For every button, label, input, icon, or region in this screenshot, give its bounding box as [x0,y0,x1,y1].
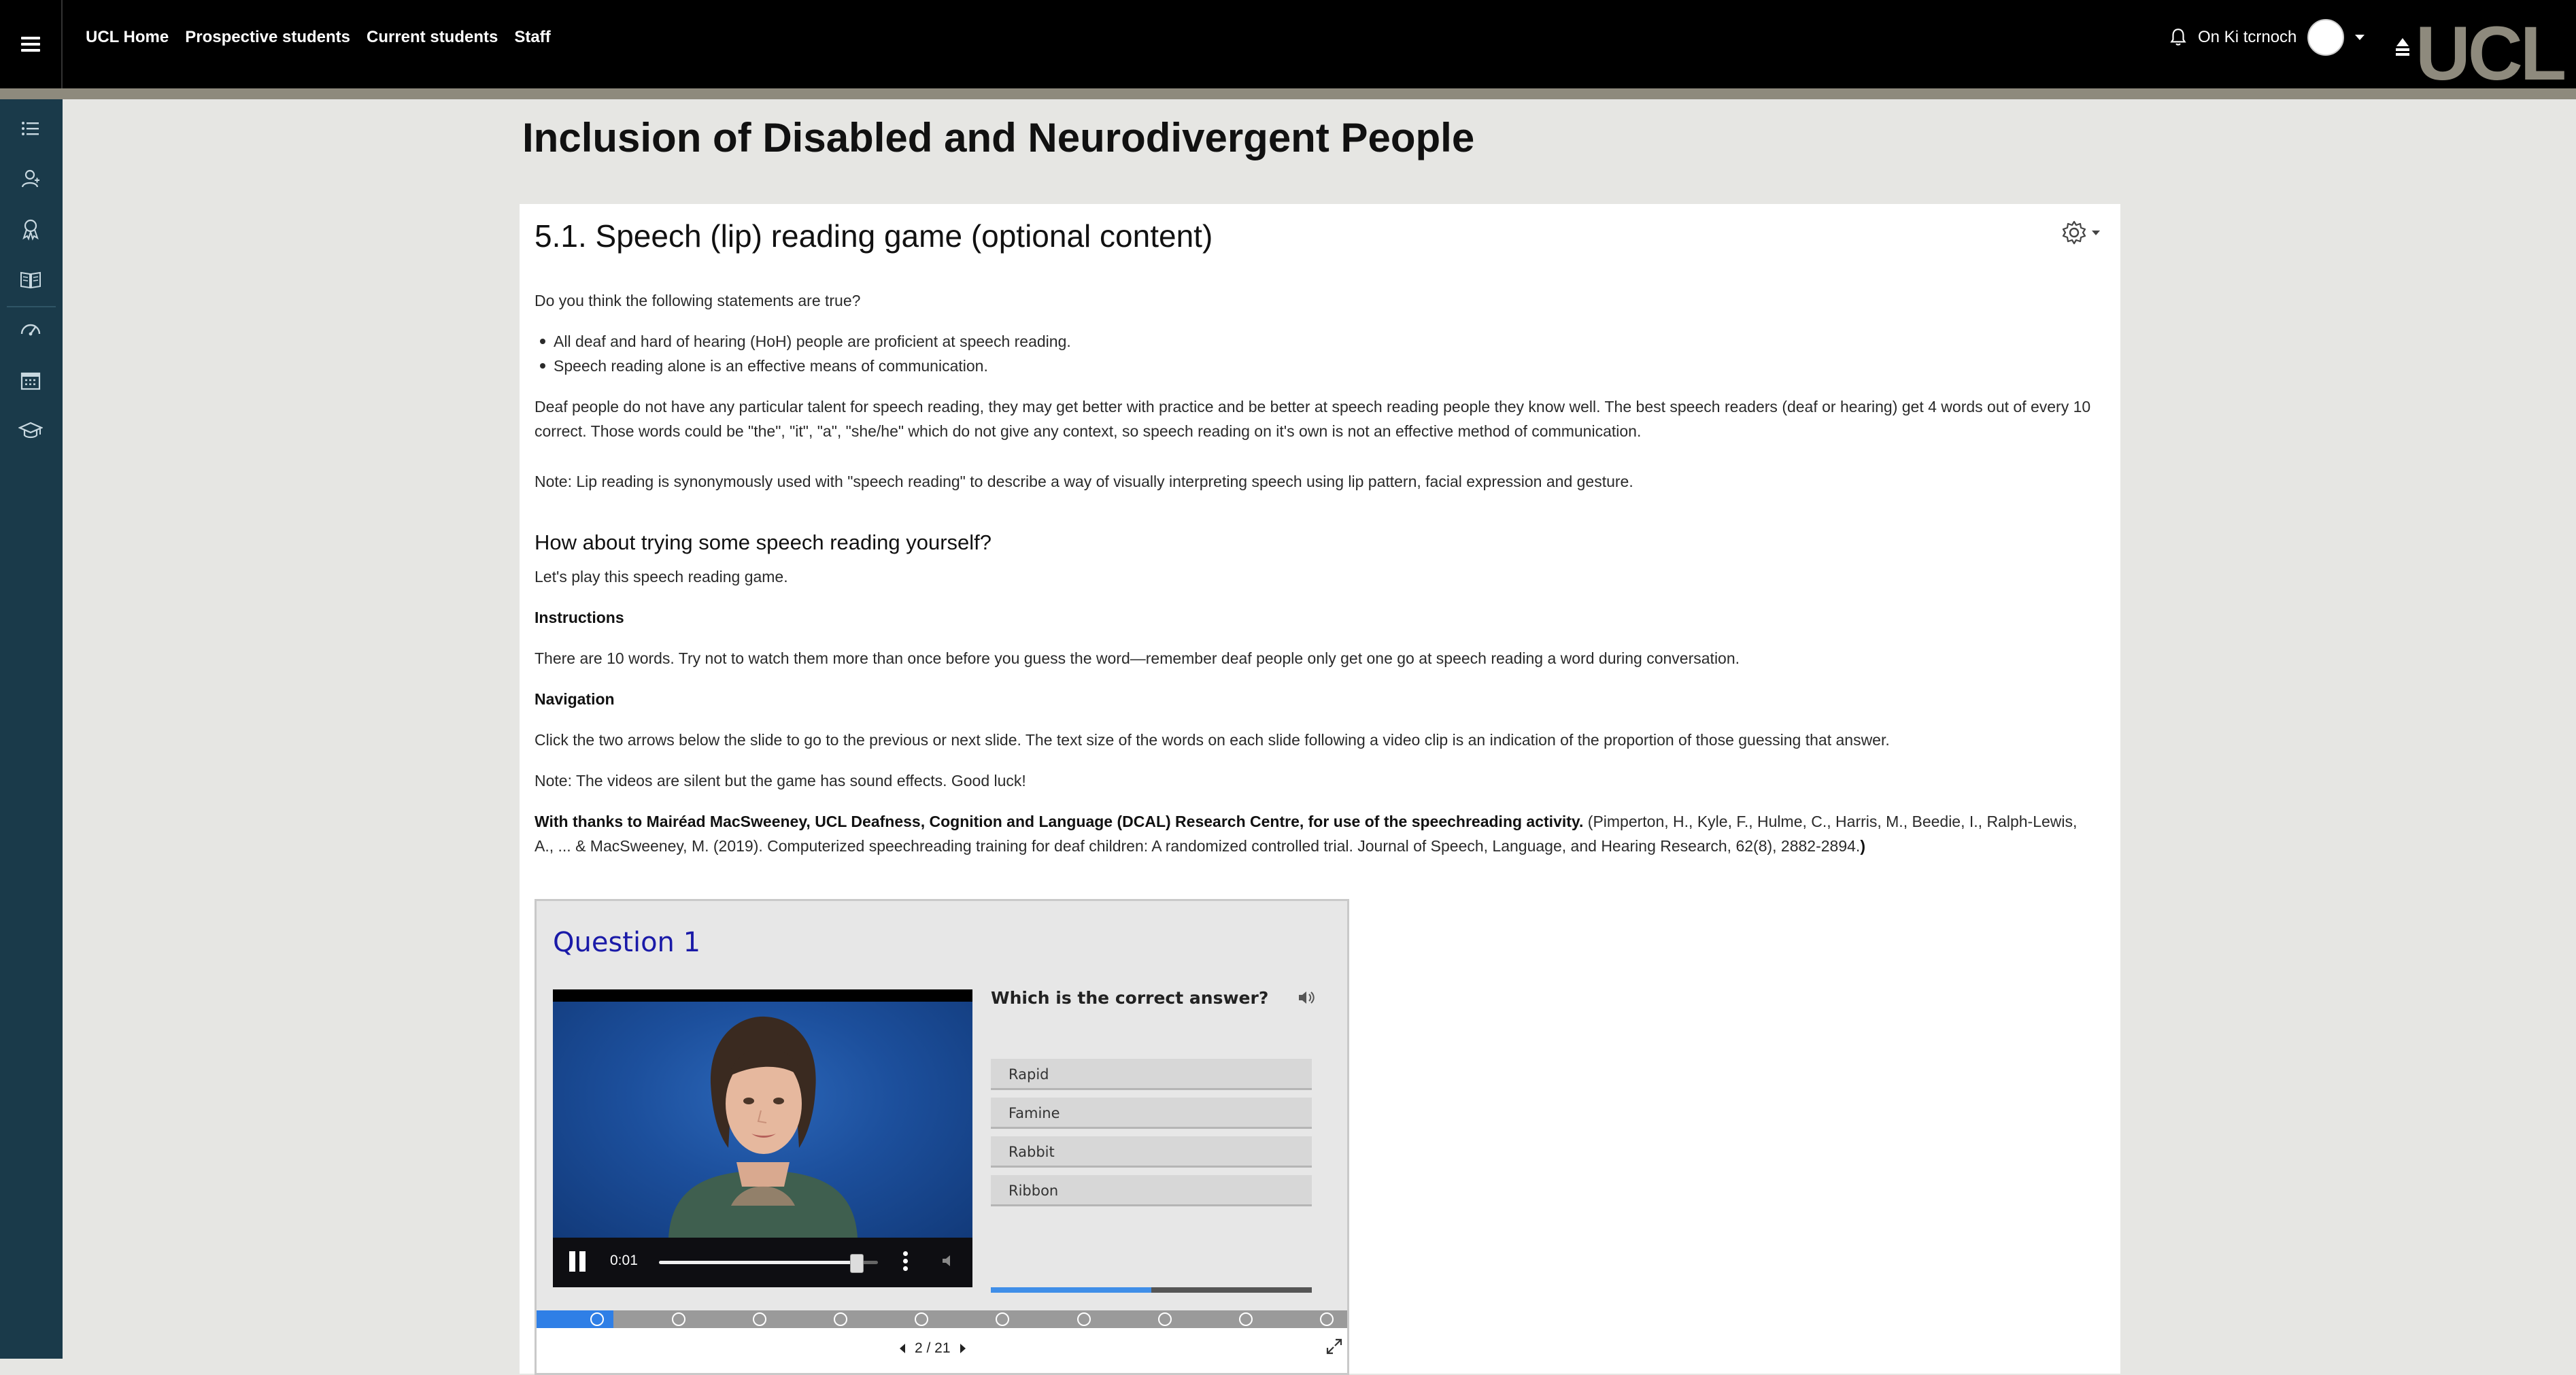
slide-dot[interactable] [1239,1312,1253,1326]
slide-dot[interactable] [1320,1312,1334,1326]
left-drawer [0,99,63,1359]
video-controls: 0:01 [553,1238,972,1287]
user-name[interactable]: On Ki tcrnoch [2198,28,2297,47]
slide-dot[interactable] [1157,1312,1172,1326]
answer-option[interactable]: Famine [991,1098,1312,1129]
answer-options: Rapid Famine Rabbit Ribbon [991,1059,1312,1214]
slide-dot[interactable] [671,1312,685,1326]
navigation-heading: Navigation [535,690,615,708]
previous-slide-arrow-icon[interactable] [900,1344,905,1353]
settings-chevron-down-icon [2092,230,2100,235]
list-icon [22,122,39,135]
calendar-icon [20,372,41,390]
participants-button[interactable] [18,166,44,192]
nav-link-current-students[interactable]: Current students [367,28,498,47]
acknowledgement-bold: With thanks to Mairéad MacSweeney, UCL D… [535,813,1584,830]
course-index-button[interactable] [18,116,44,141]
game-footer: 2 / 21 [537,1328,1347,1373]
section-title: 5.1. Speech (lip) reading game (optional… [535,218,1213,254]
user-menu-chevron-down-icon[interactable] [2355,35,2365,40]
nav-link-prospective-students[interactable]: Prospective students [185,28,350,47]
answer-option[interactable]: Rabbit [991,1136,1312,1168]
answer-option[interactable]: Ribbon [991,1175,1312,1206]
question-timer-fill [991,1287,1151,1293]
graduation-cap-icon [18,422,43,439]
primary-navigation: UCL Home Prospective students Current st… [86,0,551,75]
nav-link-staff[interactable]: Staff [514,28,550,47]
instructions-heading: Instructions [535,609,624,626]
hamburger-icon [21,33,40,55]
list-item: All deaf and hard of hearing (HoH) peopl… [535,329,2092,354]
page-title: Inclusion of Disabled and Neurodivergent… [522,115,1475,160]
video-seek-bar[interactable] [659,1254,878,1273]
logo-text: UCL [2416,11,2566,97]
slide-dot[interactable] [1077,1312,1091,1326]
book-icon [20,271,41,289]
slide-dot[interactable] [834,1312,847,1326]
navigation-text: Click the two arrows below the slide to … [535,731,1890,749]
user-area: On Ki tcrnoch [2169,16,2365,58]
lets-play-text: Let's play this speech reading game. [535,568,788,585]
question-timer-bar [991,1287,1312,1293]
acknowledgement-close: ) [1860,837,1865,855]
statements-list: All deaf and hard of hearing (HoH) peopl… [535,329,2092,378]
slide-progress-bar [537,1310,1347,1328]
heading-try-speech-reading: How about trying some speech reading you… [535,530,992,554]
paragraph-speech-reading: Deaf people do not have any particular t… [535,398,2091,440]
dashboard-icon [20,324,41,336]
video-seek-fill [659,1261,856,1264]
user-avatar[interactable] [2307,19,2345,56]
slide-dot[interactable] [996,1312,1010,1326]
question-text: Which is the correct answer? [991,988,1269,1008]
slide-dot[interactable] [915,1312,929,1326]
read-aloud-speaker-icon[interactable] [1296,988,1317,1007]
acknowledgement: With thanks to Mairéad MacSweeney, UCL D… [535,809,2092,858]
video-time: 0:01 [610,1253,638,1268]
navbar-accent-strip [0,88,2576,99]
pause-button[interactable] [569,1251,586,1272]
notifications-bell-icon[interactable] [2169,27,2187,48]
list-item: Speech reading alone is an effective mea… [535,354,2092,378]
slide-dot[interactable] [752,1312,766,1326]
navigation-heading-wrap: Navigation [535,687,2092,711]
instructions-text: There are 10 words. Try not to watch the… [535,649,1740,667]
video-frame [553,1002,972,1238]
page-settings-menu[interactable] [2061,219,2100,246]
slide-pager: 2 / 21 [900,1340,966,1357]
drawer-divider [7,306,56,307]
my-courses-button[interactable] [18,418,44,443]
grades-button[interactable] [18,267,44,292]
intro-question: Do you think the following statements ar… [535,292,861,309]
top-navbar: UCL Home Prospective students Current st… [0,0,2576,99]
question-title: Question 1 [553,927,701,958]
video-seek-handle[interactable] [849,1254,864,1273]
video-player[interactable]: 0:01 [553,989,972,1287]
volume-muted-icon[interactable] [940,1253,957,1269]
video-options-more-icon[interactable] [903,1249,908,1274]
content-card: 5.1. Speech (lip) reading game (optional… [520,204,2120,1375]
calendar-button[interactable] [18,367,44,393]
note-sound-effects: Note: The videos are silent but the game… [535,772,1026,790]
gear-icon [2062,220,2086,245]
nav-link-ucl-home[interactable]: UCL Home [86,28,169,47]
fullscreen-expand-icon[interactable] [1325,1338,1343,1355]
speech-reading-game: Question 1 0:01 Which is the correct ans… [535,899,1349,1375]
answer-option[interactable]: Rapid [991,1059,1312,1090]
menu-button[interactable] [0,0,63,88]
next-slide-arrow-icon[interactable] [960,1344,966,1353]
ucl-logo[interactable]: UCL [2394,11,2566,97]
note-lip-reading: Note: Lip reading is synonymously used w… [535,473,1633,490]
dashboard-button[interactable] [18,317,44,343]
portico-icon [2396,38,2409,56]
slide-counter: 2 / 21 [915,1340,951,1356]
badges-button[interactable] [18,216,44,242]
badges-icon [22,219,39,241]
instructions-heading-wrap: Instructions [535,605,2092,630]
speaker-video-still [668,1016,858,1238]
participants-icon [21,169,39,188]
